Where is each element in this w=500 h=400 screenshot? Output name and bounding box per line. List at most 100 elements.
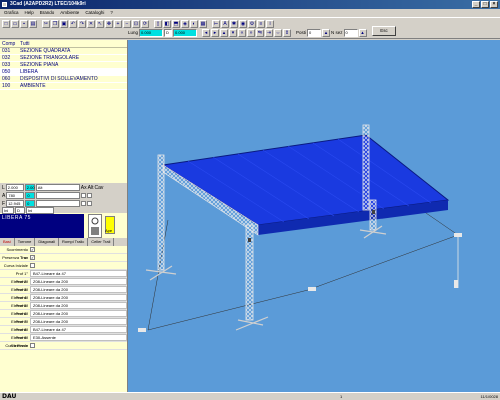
param-l-step[interactable]: 2.00 — [24, 184, 35, 191]
table-row[interactable]: 032 SEZIONE TRIANGOLARE — [0, 55, 127, 62]
info-icon[interactable]: i — [266, 20, 274, 28]
direction-field[interactable]: D — [164, 29, 173, 37]
lung-field[interactable]: 0.000 — [139, 29, 164, 37]
render-icon[interactable]: ◐ — [190, 20, 198, 28]
expand-icon[interactable]: ⇔ — [274, 29, 283, 37]
view-side-icon[interactable]: ◧ — [163, 20, 171, 28]
prop-value[interactable]: Z08-Lineare da 200 — [30, 294, 127, 301]
param-f-extra[interactable] — [36, 200, 81, 207]
tab-celler-trali[interactable]: Celler Trali — [88, 238, 115, 246]
zoom-out-icon[interactable]: − — [123, 20, 131, 28]
table-row[interactable]: 060 DISPOSITIVI DI SOLLEVAMENTO — [0, 76, 127, 83]
prop-value[interactable]: Z08-Lineare da 200 — [30, 310, 127, 317]
grid-icon[interactable]: ▦ — [199, 20, 207, 28]
collapse-icon[interactable]: ⇕ — [283, 29, 292, 37]
filter-header[interactable]: Tutti — [20, 40, 127, 47]
param-f-field[interactable]: 12.945 — [6, 200, 25, 207]
table-row[interactable]: 031 SEZIONE QUADRATA — [0, 48, 127, 55]
param-ini-field[interactable]: Ini — [2, 207, 14, 214]
camera-icon[interactable]: ◉ — [239, 20, 247, 28]
arrow-up-icon[interactable]: ▴ — [220, 29, 229, 37]
layer-icon[interactable]: ≡ — [257, 20, 265, 28]
minimize-button[interactable]: _ — [472, 1, 480, 8]
prop-checkbox[interactable]: ✓ — [30, 247, 35, 252]
param-ini2-field[interactable]: Ini — [26, 207, 54, 214]
table-row[interactable]: 100 AMBIENTE — [0, 83, 127, 90]
arrow-down-icon[interactable]: ▾ — [229, 29, 238, 37]
table-row[interactable]: 050 LIBERA — [0, 69, 127, 76]
param-a-field[interactable]: 780 — [6, 192, 25, 199]
prop-value[interactable]: Z08-Lineare da 200 — [30, 278, 127, 285]
tower-back-right — [362, 124, 370, 211]
arrow-left-icon[interactable]: ◂ — [202, 29, 211, 37]
prop-checkbox[interactable] — [30, 263, 35, 268]
delete-icon[interactable]: ✕ — [87, 20, 95, 28]
menu-brando[interactable]: Brando — [40, 9, 55, 17]
nsez-field[interactable]: 0 — [343, 29, 358, 37]
double-right-icon[interactable]: » — [247, 29, 256, 37]
prop-value[interactable]: Z08-Lineare da 200 — [30, 302, 127, 309]
align-icon[interactable]: ⇥ — [265, 29, 274, 37]
rotate-icon[interactable]: ⟳ — [141, 20, 149, 28]
copy-icon[interactable]: ❐ — [51, 20, 59, 28]
param-d-field[interactable]: D — [15, 207, 25, 214]
tab-rompi-tralic[interactable]: Rompi Tralic — [59, 238, 89, 246]
menu-help[interactable]: Help — [25, 9, 34, 17]
esc-button[interactable]: Esc — [372, 26, 396, 36]
param-l-field[interactable]: 2.000 — [5, 184, 24, 191]
text-icon[interactable]: A — [221, 20, 229, 28]
tab-torrone[interactable]: Torrone — [15, 238, 36, 246]
tab-basi[interactable]: Basi — [0, 238, 15, 246]
prop-value[interactable]: B47-Lineare da 47 — [30, 270, 127, 277]
paste-icon[interactable]: ▣ — [60, 20, 68, 28]
menu-cataloghi[interactable]: Cataloghi — [85, 9, 104, 17]
maximize-button[interactable]: □ — [481, 1, 489, 8]
prop-value[interactable]: Z08-Lineare da 200 — [30, 286, 127, 293]
nsez-spin-icon[interactable]: ▴ — [358, 29, 367, 37]
move-icon[interactable]: ✥ — [105, 20, 113, 28]
param-ax-label: Ax — [80, 184, 87, 191]
mirror-icon[interactable]: ⇋ — [256, 29, 265, 37]
measure-icon[interactable]: ⊢ — [212, 20, 220, 28]
param-f-check2[interactable] — [87, 201, 93, 206]
tab-diagonali[interactable]: Diagonali — [35, 238, 60, 246]
open-icon[interactable]: ▭ — [11, 20, 19, 28]
posti-field[interactable]: 0 — [307, 29, 322, 37]
value-field[interactable]: 0.000 — [173, 29, 198, 37]
light-icon[interactable]: ✱ — [230, 20, 238, 28]
undo-icon[interactable]: ↶ — [69, 20, 77, 28]
view-3d-icon[interactable]: ◈ — [181, 20, 189, 28]
close-button[interactable]: × — [490, 1, 498, 8]
menu-ambiente[interactable]: Ambiente — [60, 9, 79, 17]
posti-spin-icon[interactable]: ▴ — [322, 29, 331, 37]
settings-icon[interactable]: ⚙ — [248, 20, 256, 28]
cut-icon[interactable]: ✂ — [42, 20, 50, 28]
prop-checkbox[interactable]: ✓ — [30, 255, 35, 260]
redo-icon[interactable]: ↷ — [78, 20, 86, 28]
param-a-check1[interactable] — [81, 193, 87, 198]
zoom-fit-icon[interactable]: ⊡ — [132, 20, 140, 28]
param-a-extra[interactable] — [36, 192, 81, 199]
double-left-icon[interactable]: « — [238, 29, 247, 37]
param-a-step[interactable]: 0 — [25, 192, 36, 199]
param-f-check1[interactable] — [81, 201, 87, 206]
zoom-in-icon[interactable]: + — [114, 20, 122, 28]
menu-grafica[interactable]: Grafica — [4, 9, 19, 17]
table-row[interactable]: 033 SEZIONE PIANA — [0, 62, 127, 69]
arrow-right-icon[interactable]: ▸ — [211, 29, 220, 37]
param-a-check2[interactable] — [87, 193, 93, 198]
prop-value[interactable]: E30-Assente — [30, 334, 127, 341]
view-front-icon[interactable]: ▯ — [154, 20, 162, 28]
prop-value[interactable]: Z08-Lineare da 200 — [30, 318, 127, 325]
param-l-alt[interactable]: Alt — [35, 184, 80, 191]
new-icon[interactable]: □ — [2, 20, 10, 28]
save-icon[interactable]: ▪ — [20, 20, 28, 28]
3d-viewport[interactable] — [128, 40, 500, 392]
prop-checkbox[interactable] — [30, 343, 35, 348]
select-icon[interactable]: ↖ — [96, 20, 104, 28]
prop-value[interactable]: B47-Lineare da 47 — [30, 326, 127, 333]
print-icon[interactable]: ▤ — [29, 20, 37, 28]
param-f-step[interactable]: 0 — [25, 200, 36, 207]
menu-help-question[interactable]: ? — [110, 9, 113, 17]
view-top-icon[interactable]: ⬒ — [172, 20, 180, 28]
